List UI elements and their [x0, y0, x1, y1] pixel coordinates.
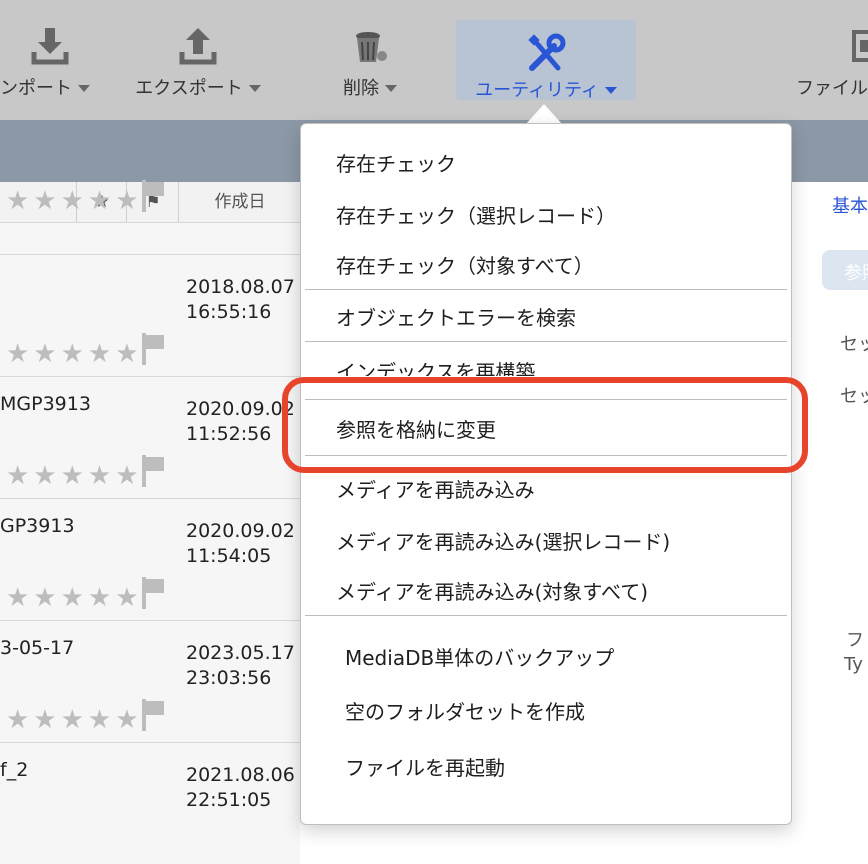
flag-icon[interactable] [140, 178, 166, 212]
created-date: 2021.08.06 22:51:05 [186, 764, 295, 811]
created-date: 2020.09.02 11:54:05 [186, 520, 295, 567]
delete-label: 削除 [343, 78, 379, 99]
export-label: エクスポート [135, 78, 243, 99]
menu-pointer [526, 104, 562, 124]
file-button[interactable]: ファイル [790, 0, 868, 100]
reference-pill[interactable]: 参照 [822, 250, 868, 290]
import-label: ンポート [0, 78, 72, 99]
menu-divider [305, 289, 787, 290]
delete-button[interactable]: 削除 [320, 0, 420, 100]
utility-label: ユーティリティ [475, 80, 599, 101]
rating-stars[interactable]: ★★★★★ [6, 339, 143, 369]
import-button[interactable]: ンポート [0, 0, 90, 100]
chevron-down-icon [78, 84, 90, 92]
menu-item-existence-check-selected[interactable]: 存在チェック（選択レコード） [336, 200, 616, 229]
export-icon [179, 28, 217, 65]
rating-stars[interactable]: ★★★★★ [6, 186, 143, 216]
chevron-down-icon [604, 86, 617, 94]
menu-divider [305, 615, 787, 616]
menu-item-reload-media-selected[interactable]: メディアを再読み込み(選択レコード) [336, 526, 670, 555]
record-list: ★ ⚑ 作成日 ★★★★★ 2018.08.07 16:55:16 ★★★★★ M… [0, 180, 300, 864]
flag-icon[interactable] [140, 331, 166, 365]
highlight-box [282, 377, 808, 473]
rating-stars[interactable]: ★★★★★ [6, 705, 143, 735]
menu-item-mediadb-backup[interactable]: MediaDB単体のバックアップ [345, 642, 614, 671]
menu-item-create-empty-folder-set[interactable]: 空のフォルダセットを作成 [345, 696, 585, 725]
import-icon [31, 28, 69, 65]
created-date: 2020.09.02 11:52:56 [186, 398, 295, 445]
chevron-down-icon [248, 84, 261, 92]
menu-item-reload-media[interactable]: メディアを再読み込み [336, 474, 535, 503]
created-date: 2023.05.17 23:03:56 [186, 642, 295, 689]
list-item[interactable]: 2018.08.07 16:55:16 ★★★★★ [0, 254, 300, 376]
export-button[interactable]: エクスポート [120, 0, 276, 100]
tools-icon [528, 33, 566, 71]
list-item[interactable]: 3-05-17 2023.05.17 23:03:56 ★★★★★ [0, 620, 300, 742]
menu-item-rebuild-index[interactable]: インデックスを再構築 [336, 356, 535, 376]
utility-menu: 存在チェック 存在チェック（選択レコード） 存在チェック（対象すべて） オブジェ… [300, 123, 792, 825]
list-item[interactable]: f_2 2021.08.06 22:51:05 [0, 742, 300, 864]
file-icon [852, 30, 868, 62]
list-item[interactable]: GP3913 2020.09.02 11:54:05 ★★★★★ [0, 498, 300, 620]
menu-item-restart-file[interactable]: ファイルを再起動 [345, 752, 505, 781]
list-item[interactable]: ★★★★★ [0, 102, 300, 223]
panel-label: セッ [840, 386, 868, 407]
menu-divider [305, 341, 787, 342]
trash-icon [356, 32, 387, 62]
flag-icon[interactable] [140, 453, 166, 487]
file-name: MGP3913 [0, 393, 91, 415]
file-name: 3-05-17 [0, 637, 75, 659]
chevron-down-icon [385, 84, 397, 92]
rating-stars[interactable]: ★★★★★ [6, 461, 143, 491]
file-name: f_2 [0, 759, 29, 781]
file-name: GP3913 [0, 515, 75, 537]
menu-item-existence-check-all[interactable]: 存在チェック（対象すべて） [336, 250, 594, 279]
menu-item-find-object-errors[interactable]: オブジェクトエラーを検索 [336, 302, 576, 331]
utility-button[interactable]: ユーティリティ [456, 20, 636, 101]
menu-item-reload-media-all[interactable]: メディアを再読み込み(対象すべて) [336, 576, 648, 605]
file-label: ファイル [796, 78, 868, 99]
flag-icon[interactable] [140, 575, 166, 609]
created-date: 2018.08.07 16:55:16 [186, 276, 295, 323]
panel-label: セッ [840, 334, 868, 355]
panel-label: Ty [844, 654, 863, 675]
info-panel: 基本 参照 セッ セッ フ Ty [790, 182, 868, 798]
panel-label: フ [846, 630, 864, 651]
menu-item-existence-check[interactable]: 存在チェック [336, 148, 456, 177]
flag-icon[interactable] [140, 697, 166, 731]
tab-basic[interactable]: 基本 [832, 192, 868, 218]
rating-stars[interactable]: ★★★★★ [6, 583, 143, 613]
list-item[interactable]: MGP3913 2020.09.02 11:52:56 ★★★★★ [0, 376, 300, 498]
